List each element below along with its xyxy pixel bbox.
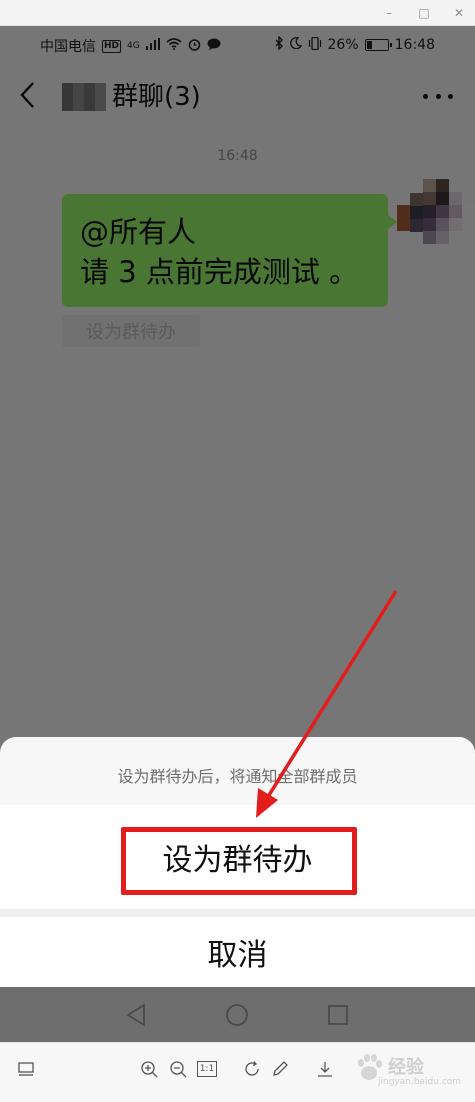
triangle-back-icon	[126, 1003, 145, 1027]
rotate-button[interactable]	[240, 1057, 264, 1081]
baidu-jingyan-watermark: 经验 jingyan.baidu.com	[352, 1049, 461, 1091]
cancel-label: 取消	[207, 938, 268, 973]
action-sheet-hint: 设为群待办后，将通知全部群成员	[117, 767, 358, 786]
download-button[interactable]	[313, 1057, 337, 1081]
rotate-icon	[245, 1061, 259, 1076]
close-icon: ✕	[453, 6, 465, 20]
highlight-box	[121, 827, 357, 895]
viewer-window-bar: – □ ✕	[0, 0, 475, 26]
close-button[interactable]: ✕	[445, 0, 473, 26]
watermark-sub-text: jingyan.baidu.com	[378, 1077, 462, 1087]
cancel-button[interactable]: 取消	[0, 917, 475, 987]
thumbnail-icon	[18, 1062, 34, 1076]
nav-back-button[interactable]	[122, 1001, 150, 1029]
download-icon	[318, 1062, 332, 1077]
zoom-out-icon	[170, 1061, 187, 1078]
zoom-out-button[interactable]	[166, 1057, 190, 1081]
zoom-in-icon	[141, 1061, 158, 1078]
thumbnail-toggle-button[interactable]	[14, 1057, 38, 1081]
circle-home-icon	[226, 1004, 248, 1026]
actual-size-label: 1:1	[196, 1061, 218, 1077]
minimize-icon: –	[386, 6, 392, 20]
actual-size-button[interactable]: 1:1	[195, 1057, 219, 1081]
viewer-toolbar: 1:1 经验 jingyan.baidu.com	[0, 1042, 475, 1102]
edit-button[interactable]	[268, 1057, 292, 1081]
maximize-button[interactable]: □	[410, 0, 438, 26]
nav-home-button[interactable]	[223, 1001, 251, 1029]
maximize-icon: □	[418, 6, 430, 20]
pencil-icon	[273, 1061, 288, 1076]
system-nav-bar	[0, 987, 475, 1042]
zoom-in-button[interactable]	[137, 1057, 161, 1081]
minimize-button[interactable]: –	[375, 0, 403, 26]
square-recents-icon	[328, 1005, 348, 1025]
screenshot-root: – □ ✕ 中国电信 HD 4G	[0, 0, 475, 1102]
sheet-divider	[0, 909, 475, 917]
watermark-main-text: 经验	[388, 1057, 424, 1078]
nav-recents-button[interactable]	[324, 1001, 352, 1029]
